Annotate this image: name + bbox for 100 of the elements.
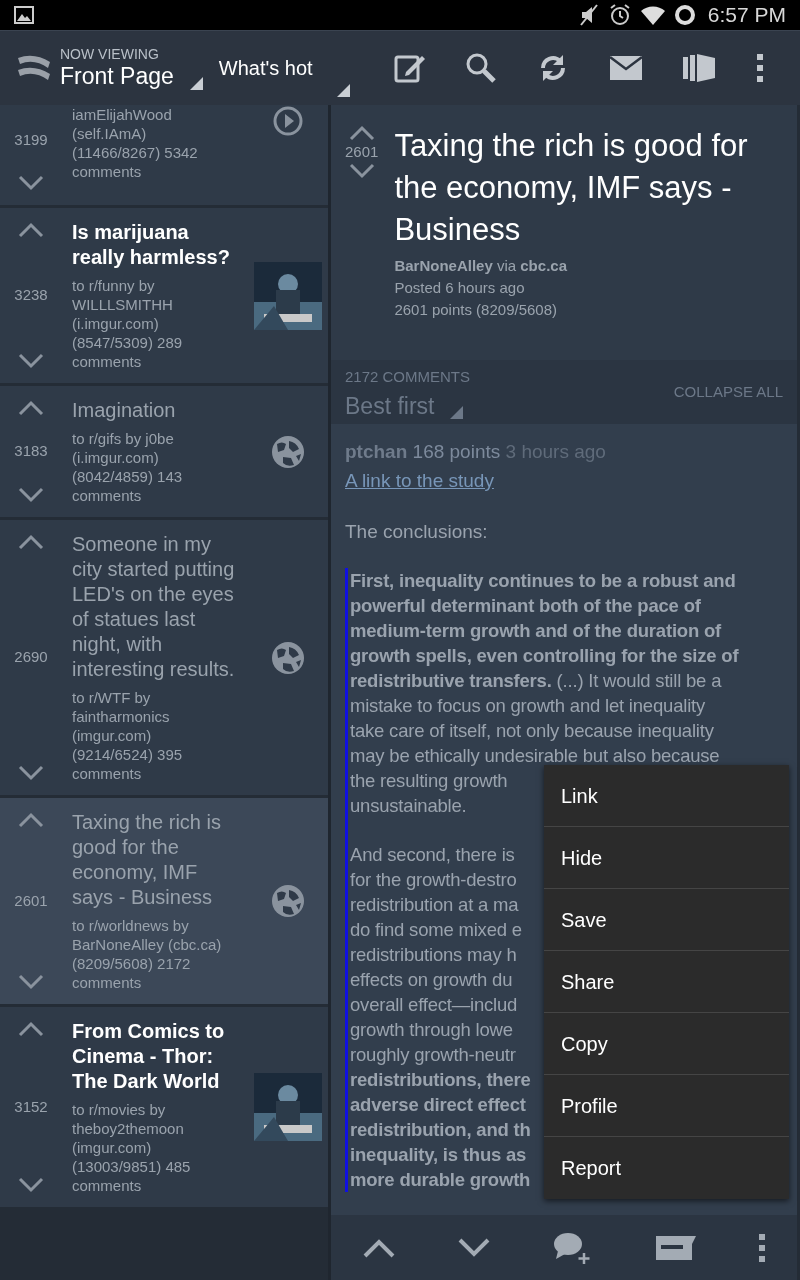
quote-line: First, inequality continues to be a robust and: [350, 569, 736, 593]
study-link[interactable]: A link to the study: [345, 466, 494, 495]
upvote-icon[interactable]: [18, 222, 44, 238]
post-item[interactable]: 3238 Is marijuana really harmless? to r/funny by WILLLSMITHH (i.imgur.com) (8547/5309) 289 comments: [0, 208, 328, 383]
upvote-icon[interactable]: [18, 1021, 44, 1037]
quote-line: mistake to focus on growth and let inequality: [350, 694, 706, 718]
post-stats: (8209/5608) 2172 comments: [72, 954, 192, 992]
post-source: to r/funny by WILLLSMITHH (i.imgur.com): [72, 276, 174, 333]
page-dropdown[interactable]: NOW VIEWING Front Page: [60, 46, 203, 90]
upvote-icon[interactable]: [348, 125, 375, 141]
post-item[interactable]: 3199 iamElijahWood (self.IAmA) (11466/8267) 5342 comments: [0, 105, 328, 205]
post-stats: (13003/9851) 485 comments: [72, 1157, 192, 1195]
comment-points: 168 points: [412, 441, 501, 462]
comment-text: The conclusions:: [345, 520, 489, 544]
quote-line: redistribution at a ma: [350, 893, 519, 917]
post-item[interactable]: 2690 Someone in my city started putting LED's on the eyes of statues last night, with interesting results. to r/WTF by faintharmonics (imgur.com) (9214/6524) 395 comments: [0, 520, 328, 795]
dropdown-corner-icon: [189, 77, 203, 90]
progress-circle-icon: [673, 4, 696, 26]
upvote-icon[interactable]: [18, 534, 44, 550]
score-label: 3238: [14, 285, 48, 306]
post-title: Someone in my city started putting LED's on the eyes of statues last night, with interesting results.: [72, 532, 236, 682]
via-label: via: [496, 257, 517, 274]
quote-line: adverse direct effect: [350, 1093, 526, 1117]
author-link[interactable]: BarNoneAlley: [394, 257, 493, 274]
menu-item[interactable]: Save: [544, 889, 789, 951]
post-title: Taxing the rich is good for the economy, IMF says - Business: [394, 127, 749, 249]
score-label: 3183: [14, 441, 48, 462]
post-item[interactable]: 3152 From Comics to Cinema - Thor: The Dark World to r/movies by theboy2themoon (imgur.com) (13003/9851) 485 comments: [0, 1007, 328, 1207]
scroll-down-icon[interactable]: [456, 1236, 491, 1259]
downvote-icon[interactable]: [18, 765, 44, 781]
post-stats: (9214/6524) 395 comments: [72, 745, 184, 783]
downvote-icon[interactable]: [18, 487, 44, 503]
score-label: 2601: [14, 890, 48, 911]
quote-line: redistribution, and th: [350, 1118, 531, 1142]
domain-link[interactable]: cbc.ca: [520, 257, 567, 274]
menu-item[interactable]: Report: [544, 1137, 789, 1199]
quote-line: inequality, is thus as: [350, 1143, 527, 1167]
points-label: 2601 points (8209/5608): [394, 300, 558, 320]
score-label: 3152: [14, 1096, 48, 1117]
post-source: to r/gifs by j0be (i.imgur.com): [72, 429, 175, 467]
downvote-icon[interactable]: [18, 353, 44, 369]
downvote-icon[interactable]: [348, 163, 375, 179]
menu-item[interactable]: Profile: [544, 1075, 789, 1137]
score-label: 2690: [14, 647, 48, 668]
quote-line: more durable growth: [350, 1168, 531, 1192]
downvote-icon[interactable]: [18, 974, 44, 990]
quote-line: redistributions may h: [350, 943, 517, 967]
mute-icon: [577, 3, 600, 27]
post-stats: (8547/5309) 289 comments: [72, 333, 184, 371]
quote-line: redistributive transfers. (...) It would still be a: [350, 669, 722, 693]
downvote-icon[interactable]: [18, 1177, 44, 1193]
quote-line: take care of itself, not only because inequality: [350, 719, 714, 743]
quote-line: unsustainable.: [350, 794, 467, 818]
score-label: 2601: [345, 142, 379, 162]
play-icon[interactable]: [272, 105, 304, 137]
panels-icon[interactable]: [682, 53, 717, 83]
downvote-icon[interactable]: [18, 175, 44, 191]
quote-line: powerful determinant both of the pace of: [350, 594, 701, 618]
message-icon[interactable]: [655, 1234, 698, 1261]
upvote-icon[interactable]: [18, 400, 44, 416]
post-source: to r/WTF by faintharmonics (imgur.com): [72, 688, 171, 745]
dropdown-corner-icon: [450, 406, 464, 419]
quote-line: overall effect—includ: [350, 993, 518, 1017]
status-time: 6:57 PM: [707, 2, 786, 29]
globe-icon[interactable]: [271, 434, 305, 469]
post-item[interactable]: 2601 Taxing the rich is good for the economy, IMF says - Business to r/worldnews by BarNoneAlley (cbc.ca) (8209/5608) 2172 comments: [0, 798, 328, 1004]
sort-label: What's hot: [218, 56, 313, 81]
quote-line: And second, there is: [350, 843, 515, 867]
upvote-icon[interactable]: [18, 812, 44, 828]
post-title: From Comics to Cinema - Thor: The Dark World: [72, 1019, 226, 1094]
quote-line: do find some mixed e: [350, 918, 522, 942]
menu-item[interactable]: Link: [544, 765, 789, 827]
post-title: Taxing the rich is good for the economy, IMF says - Business: [72, 810, 222, 910]
quote-line: may be ethically undesirable but also because: [350, 744, 720, 768]
quote-line: roughly growth-neutr: [350, 1043, 516, 1067]
menu-item[interactable]: Share: [544, 951, 789, 1013]
overflow-menu-icon[interactable]: [756, 53, 765, 83]
menu-item[interactable]: Copy: [544, 1013, 789, 1075]
posted-time: Posted 6 hours ago: [394, 278, 526, 298]
search-icon[interactable]: [465, 52, 498, 84]
post-item[interactable]: 3183 Imagination to r/gifs by j0be (i.imgur.com) (8042/4859) 143 comments: [0, 386, 328, 517]
post-source: iamElijahWood (self.IAmA): [72, 105, 173, 143]
menu-item[interactable]: Hide: [544, 827, 789, 889]
page-title: Front Page: [60, 62, 174, 90]
comment-count: 2172 COMMENTS: [345, 367, 471, 387]
mail-icon[interactable]: [608, 55, 643, 81]
quote-line: medium-term growth and of the duration of: [350, 619, 722, 643]
quote-line: growth spells, even controlling for the size of: [350, 644, 739, 668]
post-stats: (8042/4859) 143 comments: [72, 467, 184, 505]
wifi-icon: [639, 4, 666, 26]
post-title: Is marijuana really harmless?: [72, 220, 231, 270]
globe-icon[interactable]: [271, 884, 305, 918]
image-icon: [14, 6, 34, 24]
quote-line: the resulting growth: [350, 769, 508, 793]
now-viewing-caption: NOW VIEWING: [60, 46, 160, 62]
overflow-menu-icon[interactable]: [758, 1232, 767, 1263]
quote-line: growth through lowe: [350, 1018, 513, 1042]
globe-icon[interactable]: [271, 640, 305, 675]
quote-line: for the growth-destro: [350, 868, 517, 892]
post-stats: (11466/8267) 5342 comments: [72, 143, 199, 181]
